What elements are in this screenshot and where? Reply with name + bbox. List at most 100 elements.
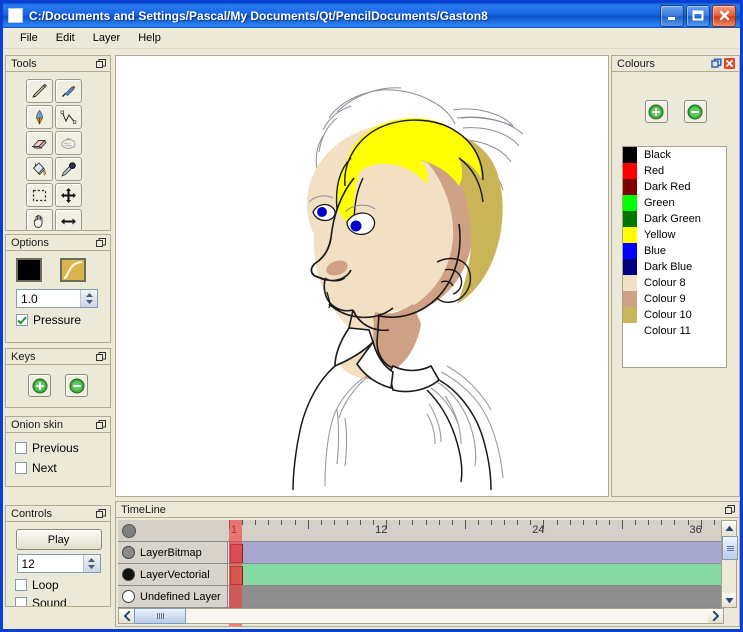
ruler-tick xyxy=(334,520,335,525)
colour-list-item[interactable]: Dark Red xyxy=(623,179,726,195)
float-icon[interactable] xyxy=(94,236,107,249)
tools-panel-label: Tools xyxy=(11,57,94,71)
timeline-ruler[interactable]: 1122436 xyxy=(118,520,724,542)
timeline-horizontal-scrollbar[interactable] xyxy=(118,608,724,624)
menu-file[interactable]: File xyxy=(11,29,47,47)
float-icon[interactable] xyxy=(94,350,107,363)
remove-key-button[interactable] xyxy=(65,374,88,397)
colour-name: Dark Green xyxy=(637,213,701,225)
app-icon xyxy=(8,8,23,23)
onion-next-checkbox[interactable] xyxy=(15,462,27,474)
title-bar: C:/Documents and Settings/Pascal/My Docu… xyxy=(3,3,740,28)
ruler-label: 1 xyxy=(231,524,237,536)
ruler-tick xyxy=(622,520,623,529)
float-icon[interactable] xyxy=(94,57,107,70)
pressure-checkbox[interactable] xyxy=(16,314,28,326)
select-tool-button[interactable] xyxy=(26,183,53,207)
maximize-button[interactable] xyxy=(686,5,710,27)
eyedropper-tool-button[interactable] xyxy=(55,157,82,181)
colour-list-item[interactable]: Yellow xyxy=(623,227,726,243)
add-colour-button[interactable] xyxy=(645,100,668,123)
timeline-layer-row[interactable]: LayerBitmap xyxy=(118,542,724,564)
minimize-button[interactable] xyxy=(660,5,684,27)
pencil-tool-button[interactable] xyxy=(26,79,53,103)
drawing-canvas[interactable] xyxy=(115,55,609,497)
menu-help[interactable]: Help xyxy=(129,29,170,47)
float-icon[interactable] xyxy=(710,57,723,70)
layer-track[interactable] xyxy=(229,586,724,607)
menu-layer[interactable]: Layer xyxy=(84,29,130,47)
colour-list-item[interactable]: Colour 11 xyxy=(623,323,726,339)
layer-visibility-icon[interactable] xyxy=(122,568,135,581)
colour-list-item[interactable]: Colour 8 xyxy=(623,275,726,291)
move-tool-button[interactable] xyxy=(55,183,82,207)
keyframe-marker[interactable] xyxy=(230,566,243,585)
add-key-button[interactable] xyxy=(28,374,51,397)
colour-list-item[interactable]: Blue xyxy=(623,243,726,259)
loop-label: Loop xyxy=(32,578,59,592)
loop-checkbox[interactable] xyxy=(15,579,27,591)
float-icon[interactable] xyxy=(94,418,107,431)
colour-list-item[interactable]: Colour 9 xyxy=(623,291,726,307)
hand-tool-button[interactable] xyxy=(26,209,53,231)
timeline-layer-row[interactable]: LayerVectorial xyxy=(118,564,724,586)
layer-visibility-icon[interactable] xyxy=(122,590,135,603)
colour-list-item[interactable]: Green xyxy=(623,195,726,211)
fps-value: 12 xyxy=(18,557,83,571)
float-icon[interactable] xyxy=(94,507,107,520)
close-icon[interactable] xyxy=(723,57,736,70)
ruler-tick xyxy=(255,520,256,525)
spinner-arrows-icon[interactable] xyxy=(83,555,100,572)
timeline-vertical-scrollbar[interactable] xyxy=(721,520,737,608)
smudge-tool-button[interactable] xyxy=(55,131,82,155)
keyframe-marker[interactable] xyxy=(230,544,243,563)
sound-label: Sound xyxy=(32,596,67,607)
ruler-tick xyxy=(491,520,492,525)
polyline-tool-button[interactable] xyxy=(55,105,82,129)
brush-preview-swatch[interactable] xyxy=(60,258,86,282)
timeline-toggle-all-icon[interactable] xyxy=(122,524,136,538)
scroll-up-arrow-icon[interactable] xyxy=(722,521,736,535)
onion-previous-checkbox[interactable] xyxy=(15,442,27,454)
resize-tool-button[interactable] xyxy=(55,209,82,231)
sound-checkbox[interactable] xyxy=(15,597,27,607)
vertical-scroll-thumb[interactable] xyxy=(722,536,738,560)
fps-stepper[interactable]: 12 xyxy=(17,554,101,573)
layer-track[interactable] xyxy=(229,564,724,585)
colour-list[interactable]: BlackRedDark Red Green Dark Green YellowBlu… xyxy=(622,146,727,368)
float-icon[interactable] xyxy=(723,503,736,516)
ruler-tick xyxy=(557,520,558,525)
play-button[interactable]: Play xyxy=(16,529,102,550)
layer-visibility-icon[interactable] xyxy=(122,546,135,559)
colour-list-item[interactable]: Black xyxy=(623,147,726,163)
colour-list-item[interactable]: Dark Blue xyxy=(623,259,726,275)
ruler-tick xyxy=(517,520,518,525)
colour-list-item[interactable]: Colour 10 xyxy=(623,307,726,323)
layer-header[interactable]: LayerBitmap xyxy=(118,542,228,563)
colour-list-item[interactable]: Red xyxy=(623,163,726,179)
timeline-panel-label: TimeLine xyxy=(121,503,723,517)
brush-width-stepper[interactable]: 1.0 xyxy=(16,289,98,308)
scroll-right-arrow-icon[interactable] xyxy=(708,609,723,623)
timeline-layer-row[interactable]: Undefined Layer xyxy=(118,586,724,608)
options-panel-label: Options xyxy=(11,236,94,250)
scroll-down-arrow-icon[interactable] xyxy=(722,593,736,607)
colour-list-item[interactable]: Dark Green xyxy=(623,211,726,227)
colour-name: Green xyxy=(637,197,675,209)
controls-panel-label: Controls xyxy=(11,507,94,521)
pen-tool-button[interactable] xyxy=(26,105,53,129)
onion-panel-body: Previous Next xyxy=(5,432,111,487)
horizontal-scroll-thumb[interactable] xyxy=(134,608,186,624)
brush-tool-button[interactable] xyxy=(55,79,82,103)
remove-colour-button[interactable] xyxy=(684,100,707,123)
close-button[interactable] xyxy=(712,5,736,27)
bucket-tool-button[interactable] xyxy=(26,157,53,181)
layer-track[interactable] xyxy=(229,542,724,563)
eraser-tool-button[interactable] xyxy=(26,131,53,155)
current-color-swatch[interactable] xyxy=(16,258,42,282)
layer-header[interactable]: LayerVectorial xyxy=(118,564,228,585)
spinner-arrows-icon[interactable] xyxy=(80,290,97,307)
layer-header[interactable]: Undefined Layer xyxy=(118,586,228,607)
scroll-left-arrow-icon[interactable] xyxy=(119,609,134,623)
menu-edit[interactable]: Edit xyxy=(47,29,84,47)
